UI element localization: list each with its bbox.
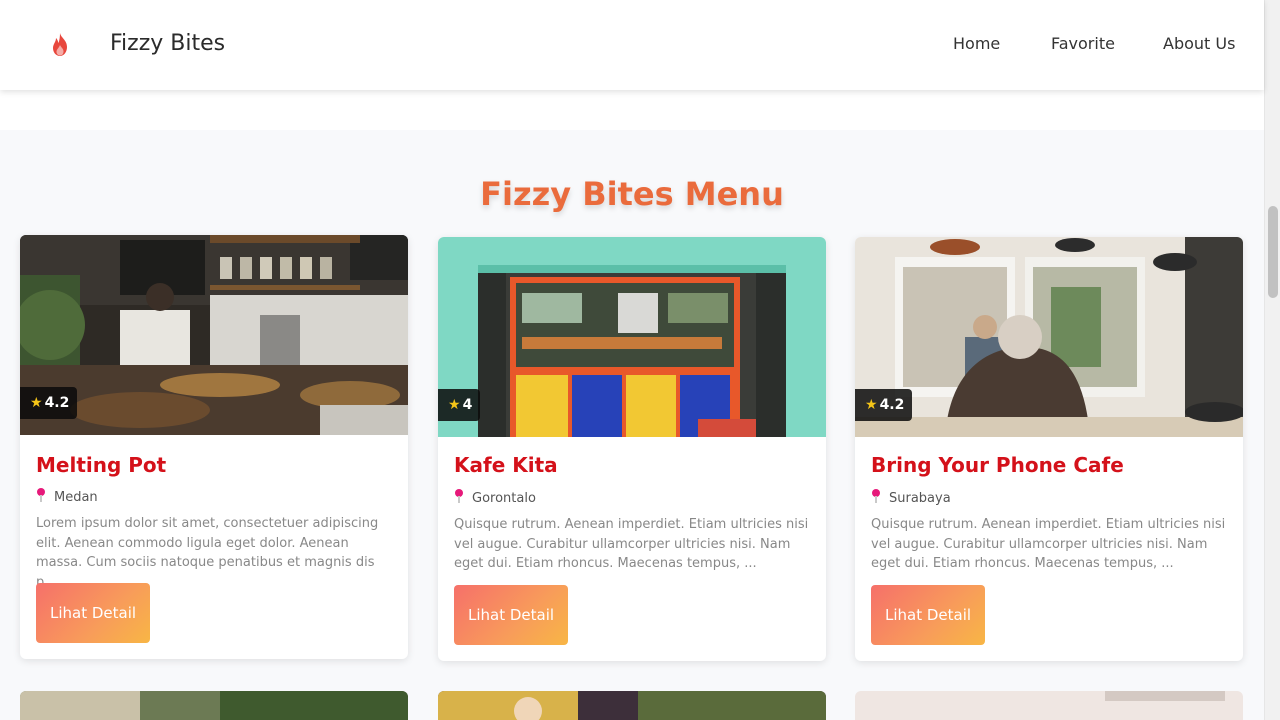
fire-icon[interactable]: [48, 32, 72, 58]
restaurant-card-partial: [20, 691, 408, 720]
restaurant-card: ★ 4.2 Bring Your Phone Cafe Surabaya Quis…: [855, 237, 1243, 661]
city-row: Gorontalo: [454, 489, 536, 506]
section-title: Fizzy Bites Menu: [480, 175, 784, 213]
site-header: Fizzy Bites Home Favorite About Us: [0, 0, 1264, 90]
map-pin-icon: [871, 489, 881, 503]
rating-value: 4.2: [879, 397, 905, 413]
restaurant-image: ★ 4.2: [20, 235, 408, 435]
restaurant-card-partial: [438, 691, 826, 720]
star-icon: ★: [30, 395, 43, 411]
restaurant-description: Quisque rutrum. Aenean imperdiet. Etiam …: [871, 517, 1226, 571]
restaurant-description: Lorem ipsum dolor sit amet, consectetuer…: [36, 516, 379, 590]
brand-name[interactable]: Fizzy Bites: [110, 31, 225, 56]
star-icon: ★: [448, 397, 461, 413]
rating-value: 4.2: [44, 395, 70, 411]
city-name: Medan: [54, 490, 98, 505]
restaurant-card: ★ 4 Kafe Kita Gorontalo Quisque rutrum. A…: [438, 237, 826, 661]
restaurant-image: ★ 4.2: [855, 237, 1243, 437]
rating-badge: ★ 4.2: [20, 387, 78, 419]
star-icon: ★: [865, 397, 878, 413]
restaurant-image: ★ 4: [438, 237, 826, 437]
page-scrollbar[interactable]: [1264, 0, 1280, 720]
restaurant-description: Quisque rutrum. Aenean imperdiet. Etiam …: [454, 517, 809, 571]
nav-favorite[interactable]: Favorite: [1051, 34, 1115, 53]
detail-button[interactable]: Lihat Detail: [871, 585, 985, 645]
city-row: Surabaya: [871, 489, 951, 506]
city-name: Surabaya: [889, 491, 951, 506]
restaurant-card-partial: [855, 691, 1243, 720]
nav-about-us[interactable]: About Us: [1163, 34, 1235, 53]
map-pin-icon: [36, 488, 46, 502]
rating-badge: ★ 4.2: [855, 389, 913, 421]
detail-button[interactable]: Lihat Detail: [454, 585, 568, 645]
restaurant-name[interactable]: Bring Your Phone Cafe: [871, 453, 1124, 477]
scrollbar-thumb[interactable]: [1268, 206, 1278, 298]
restaurant-name[interactable]: Kafe Kita: [454, 453, 558, 477]
city-name: Gorontalo: [472, 491, 536, 506]
detail-button[interactable]: Lihat Detail: [36, 583, 150, 643]
nav-home[interactable]: Home: [953, 34, 1000, 53]
rating-value: 4: [462, 397, 473, 413]
city-row: Medan: [36, 488, 98, 505]
map-pin-icon: [454, 489, 464, 503]
restaurant-name[interactable]: Melting Pot: [36, 453, 166, 477]
rating-badge: ★ 4: [438, 389, 481, 421]
restaurant-card: ★ 4.2 Melting Pot Medan Lorem ipsum dolor…: [20, 235, 408, 659]
